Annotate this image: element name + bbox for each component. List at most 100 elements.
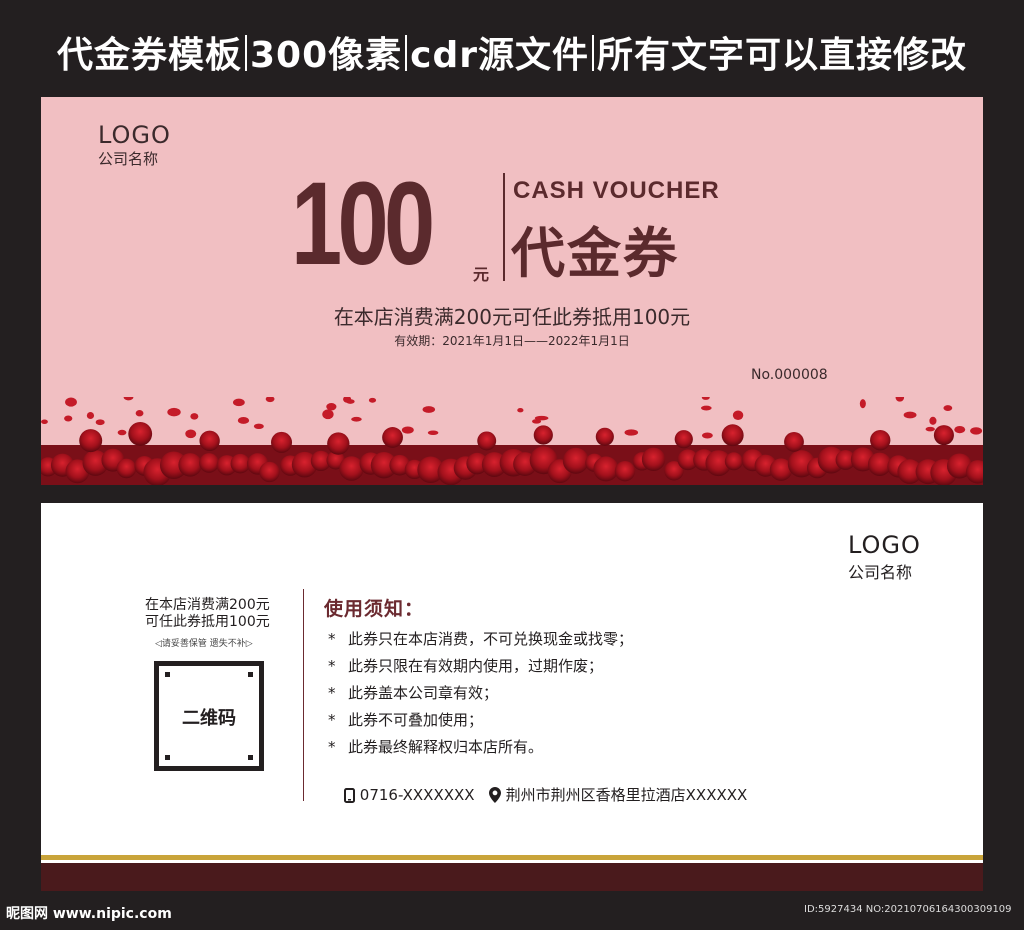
qr-corner-dot <box>248 755 253 760</box>
list-item: * 此券只限在有效期内使用，过期作废； <box>328 657 604 675</box>
petal <box>95 419 105 426</box>
petal <box>624 429 639 436</box>
rose-bud <box>870 430 891 451</box>
petal <box>700 405 712 411</box>
phone-number: 0716-XXXXXXX <box>359 786 475 804</box>
petal <box>929 416 937 425</box>
usage-notice-title: 使用须知： <box>324 598 425 620</box>
petal <box>859 399 866 409</box>
page-title: 代金券模板 300像素 cdr源文件 所有文字可以直接修改 <box>0 26 1024 78</box>
petal <box>123 397 134 401</box>
petal <box>925 426 935 432</box>
qr-label: 二维码 <box>182 708 236 729</box>
contact-info: 0716-XXXXXXX 荆州市荆州区香格里拉酒店XXXXXX <box>344 784 747 805</box>
petal <box>517 408 524 413</box>
list-item: * 此券只在本店消费，不可兑换现金或找零； <box>328 630 634 648</box>
petal <box>422 406 436 413</box>
rose-bud <box>933 425 954 446</box>
petal <box>253 423 264 429</box>
back-divider <box>303 589 304 801</box>
petal <box>970 427 983 435</box>
petal <box>701 397 710 400</box>
petal <box>237 416 250 424</box>
petal <box>732 410 744 420</box>
list-item: * 此券不可叠加使用； <box>328 711 484 729</box>
keep-safe-note: ◁请妥善保管 遗失不补▷ <box>155 639 253 649</box>
rose <box>562 447 589 474</box>
cash-voucher-label: CASH VOUCHER <box>513 177 720 204</box>
back-company-name: 公司名称 <box>848 563 913 582</box>
front-condition: 在本店消费满200元可任此券抵用100元 <box>333 305 691 329</box>
front-company-name: 公司名称 <box>98 150 159 168</box>
back-condition-line-1: 在本店消费满200元 <box>145 597 270 613</box>
rose <box>724 452 743 471</box>
rose-bud <box>533 425 553 445</box>
rose-bud <box>477 431 497 451</box>
petal <box>265 397 275 403</box>
list-item: * 此券盖本公司章有效； <box>328 684 499 702</box>
rose-bud <box>674 430 693 449</box>
petal <box>351 416 362 422</box>
phone-icon <box>344 788 355 803</box>
petal <box>167 407 181 417</box>
petal <box>185 429 197 439</box>
rose <box>116 458 137 479</box>
petal <box>65 397 77 407</box>
gold-stripe <box>41 855 983 860</box>
petal <box>232 398 245 407</box>
rose <box>178 453 202 477</box>
petal <box>427 430 439 436</box>
petal <box>954 425 966 434</box>
petal <box>895 397 905 402</box>
title-part-3: cdr源文件 <box>410 35 590 76</box>
rose-bud <box>199 430 220 452</box>
petal <box>401 426 414 434</box>
amount-unit: 元 <box>473 265 490 284</box>
title-divider <box>405 35 408 71</box>
voucher-cn-title: 代金券 <box>511 222 679 285</box>
voucher-number: No.000008 <box>751 367 828 383</box>
validity-period: 有效期：2021年1月1日——2022年1月1日 <box>394 334 630 348</box>
qr-corner-dot <box>165 755 170 760</box>
watermark-id: ID:5927434 NO:20210706164300309109 <box>804 904 1012 915</box>
usage-rules-list: * 此券只在本店消费，不可兑换现金或找零； * 此券只限在有效期内使用，过期作废； … <box>328 626 633 761</box>
rose-bud <box>595 427 614 446</box>
rose-bud <box>784 431 804 452</box>
rose-bud <box>721 424 744 447</box>
title-part-1: 代金券模板 <box>56 35 242 76</box>
qr-code-placeholder: 二维码 <box>154 661 264 771</box>
rose-bud <box>271 431 293 453</box>
title-divider <box>244 35 247 71</box>
back-condition: 在本店消费满200元 可任此券抵用100元 <box>145 597 270 631</box>
petal <box>190 413 199 420</box>
address: 荆州市荆州区香格里拉酒店XXXXXX <box>505 786 748 804</box>
petal <box>117 429 127 436</box>
roses-border-image <box>41 397 983 485</box>
front-divider <box>503 173 505 281</box>
petal <box>86 412 95 419</box>
rose <box>614 461 636 482</box>
rose-bud <box>128 421 153 446</box>
rose-bud <box>382 427 403 448</box>
petal <box>368 397 377 403</box>
petal <box>64 415 73 422</box>
petal <box>41 419 48 425</box>
rose-bud <box>79 429 103 453</box>
petal <box>135 410 144 417</box>
rose <box>199 453 219 473</box>
front-logo: LOGO <box>98 121 171 149</box>
rose <box>593 456 619 482</box>
title-part-4: 所有文字可以直接修改 <box>597 35 968 76</box>
voucher-amount: 100 <box>291 158 435 290</box>
petal <box>943 405 953 412</box>
voucher-back: LOGO 公司名称 在本店消费满200元 可任此券抵用100元 ◁请妥善保管 遗… <box>41 503 983 891</box>
watermark-site: 昵图网 www.nipic.com <box>6 906 172 922</box>
rose-bud <box>327 432 350 455</box>
qr-corner-dot <box>248 672 253 677</box>
rose <box>641 447 666 471</box>
petal <box>346 399 355 404</box>
voucher-front: LOGO 公司名称 100 元 CASH VOUCHER 代金券 在本店消费满2… <box>41 97 983 485</box>
list-item: * 此券最终解释权归本店所有。 <box>328 738 544 756</box>
petal <box>903 411 917 419</box>
back-logo: LOGO <box>848 531 921 559</box>
